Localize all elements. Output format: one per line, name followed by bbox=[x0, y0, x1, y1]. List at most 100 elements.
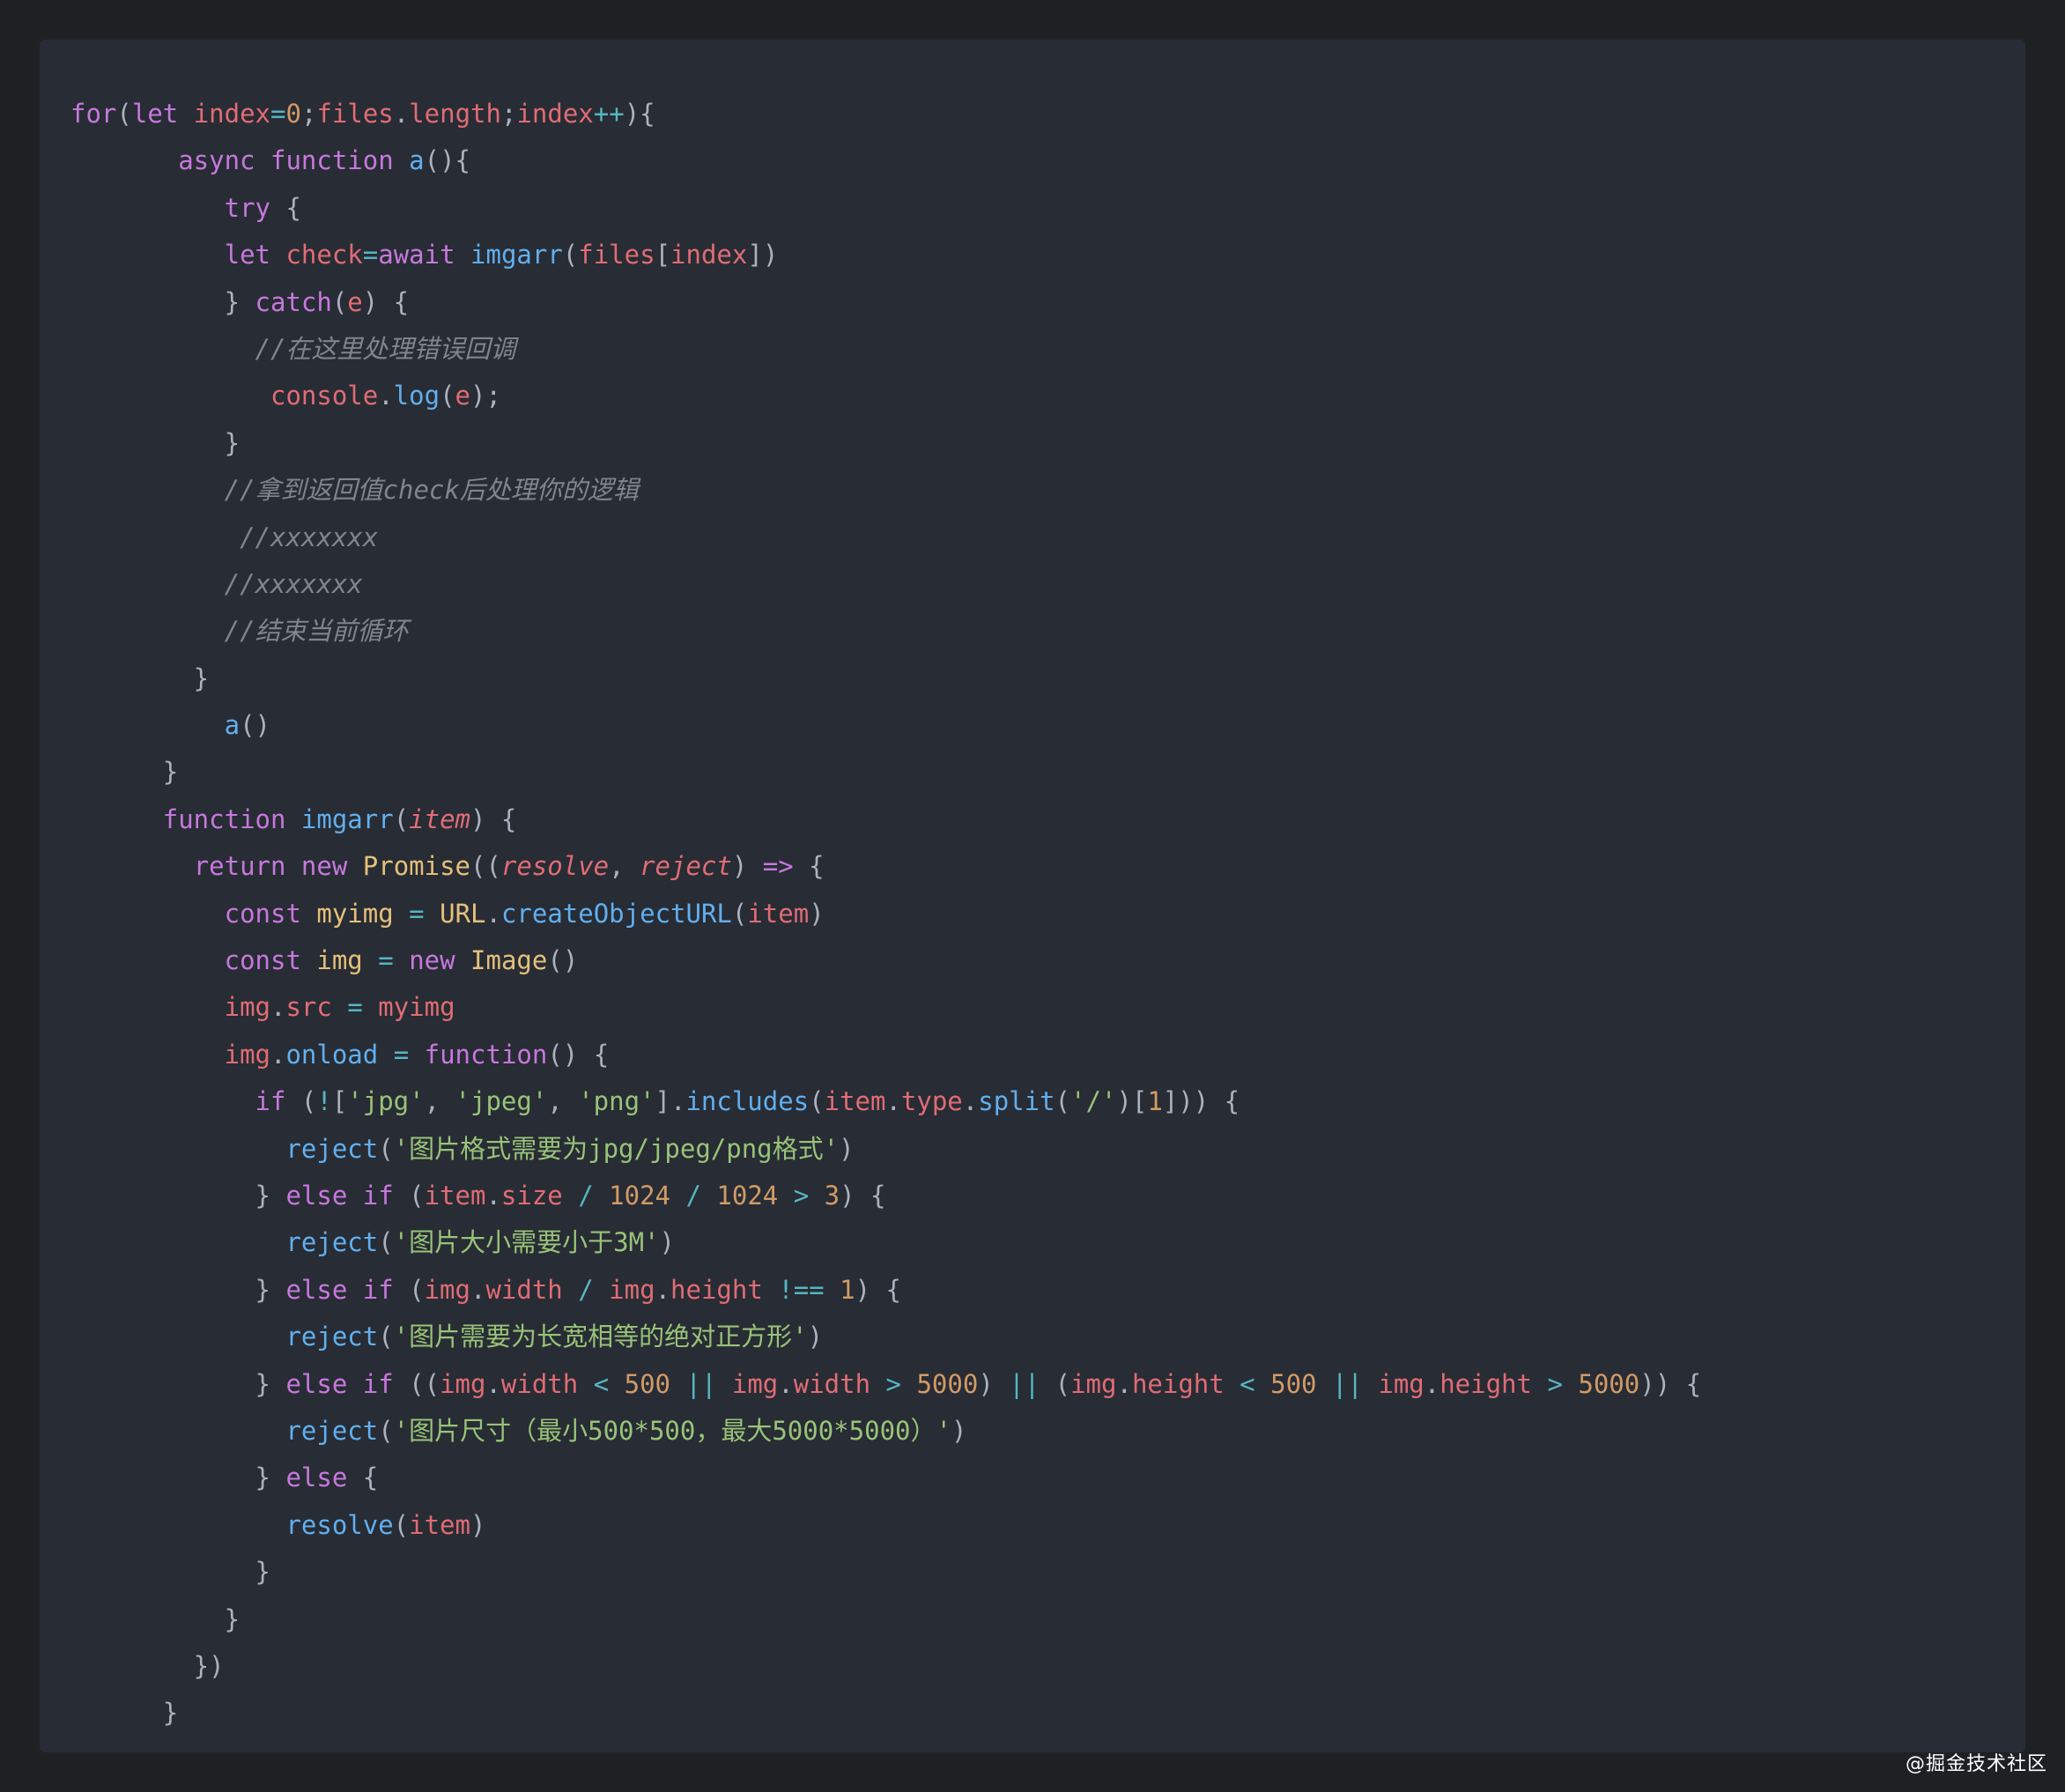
code-token: ( bbox=[331, 286, 348, 317]
code-token: 'jpeg' bbox=[455, 1086, 548, 1117]
code-line: }) bbox=[70, 1643, 1701, 1690]
code-token: . bbox=[485, 1368, 501, 1399]
code-line: const myimg = URL.createObjectURL(item) bbox=[70, 891, 1701, 937]
code-token: ])) { bbox=[1162, 1086, 1240, 1117]
code-token: img bbox=[1378, 1368, 1425, 1399]
code-token: { bbox=[793, 851, 825, 882]
code-token: } bbox=[70, 1462, 286, 1493]
code-line: } else if (img.width / img.height !== 1)… bbox=[70, 1267, 1701, 1314]
code-line: } else if (item.size / 1024 / 1024 > 3) … bbox=[70, 1173, 1701, 1219]
code-line: reject('图片格式需要为jpg/jpeg/png格式') bbox=[70, 1126, 1701, 1173]
code-token: Promise bbox=[362, 851, 470, 882]
code-token: () bbox=[547, 945, 579, 976]
code-token: size bbox=[500, 1180, 563, 1211]
code-token: myimg bbox=[378, 992, 455, 1023]
code-line: } bbox=[70, 1596, 1701, 1643]
code-token: ) { bbox=[362, 286, 410, 317]
code-token: try bbox=[224, 192, 270, 223]
code-token: } bbox=[70, 1368, 286, 1399]
code-token: } bbox=[70, 663, 210, 693]
code-token: imgarr bbox=[470, 240, 563, 270]
code-token: = bbox=[362, 240, 379, 270]
code-token: 1024 bbox=[609, 1180, 670, 1211]
code-token: includes bbox=[685, 1086, 810, 1117]
code-token: < bbox=[1240, 1368, 1255, 1399]
code-line: //拿到返回值check后处理你的逻辑 bbox=[70, 467, 1701, 514]
code-token: function bbox=[424, 1039, 548, 1070]
code-token: } bbox=[70, 286, 255, 317]
code-token: const bbox=[224, 898, 301, 929]
code-token: ) bbox=[731, 851, 763, 882]
code-line: async function a(){ bbox=[70, 137, 1701, 184]
code-line: } bbox=[70, 655, 1701, 702]
code-token: !== bbox=[778, 1274, 825, 1305]
code-token: height bbox=[1131, 1368, 1225, 1399]
code-line: reject('图片大小需要小于3M') bbox=[70, 1219, 1701, 1266]
code-token: / bbox=[578, 1274, 594, 1305]
code-token: } bbox=[70, 757, 179, 788]
code-line: if (!['jpg', 'jpeg', 'png'].includes(ite… bbox=[70, 1078, 1701, 1125]
code-token: createObjectURL bbox=[500, 898, 732, 929]
code-token: () bbox=[240, 710, 270, 741]
code-token: . bbox=[1116, 1368, 1132, 1399]
code-token: const bbox=[224, 945, 301, 976]
code-token: ( bbox=[378, 1322, 394, 1352]
code-token: else bbox=[285, 1274, 348, 1305]
code-token: ) { bbox=[470, 803, 517, 834]
code-token: < bbox=[593, 1368, 610, 1399]
code-token: item bbox=[747, 898, 810, 929]
code-token: ) bbox=[659, 1227, 675, 1258]
code-token: . bbox=[962, 1086, 979, 1117]
code-token: = bbox=[409, 898, 425, 929]
code-token: a bbox=[409, 145, 425, 176]
code-token: catch bbox=[255, 286, 332, 317]
code-token: index bbox=[193, 99, 271, 129]
code-token: if bbox=[255, 1086, 286, 1117]
code-token: )) { bbox=[1639, 1368, 1702, 1399]
code-line: a() bbox=[70, 702, 1701, 749]
code-token: . bbox=[270, 1039, 286, 1070]
code-token: URL bbox=[440, 898, 486, 929]
code-line: //xxxxxxx bbox=[70, 561, 1701, 608]
code-line: //在这里处理错误回调 bbox=[70, 326, 1701, 373]
code-token: ) { bbox=[855, 1274, 901, 1305]
code-token: > bbox=[1547, 1368, 1563, 1399]
code-token: else bbox=[285, 1180, 348, 1211]
code-token: //xxxxxxx bbox=[224, 568, 363, 599]
code-token: height bbox=[670, 1274, 763, 1305]
code-token: . bbox=[485, 1180, 501, 1211]
code-line: //结束当前循环 bbox=[70, 608, 1701, 655]
code-block[interactable]: for(let index=0;files.length;index++){ a… bbox=[70, 91, 1701, 1737]
code-token: , bbox=[424, 1086, 455, 1117]
code-token: ) bbox=[807, 1322, 824, 1352]
code-token: = bbox=[270, 99, 286, 129]
code-line: } bbox=[70, 420, 1701, 467]
code-token: . bbox=[470, 1274, 486, 1305]
code-token: onload bbox=[285, 1039, 379, 1070]
code-token: if bbox=[362, 1368, 394, 1399]
code-token: > bbox=[885, 1368, 901, 1399]
